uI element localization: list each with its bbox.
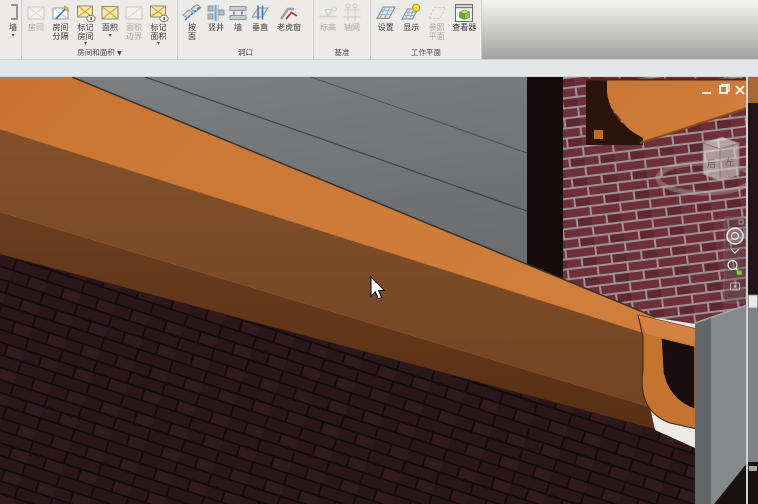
panel-label-datum: 基准	[314, 47, 370, 59]
level-button[interactable]: 标高	[316, 1, 340, 33]
dormer-opening-icon	[278, 2, 300, 24]
scrollbar-thumb[interactable]	[749, 295, 758, 308]
opening-by-face-button[interactable]: 按 面	[180, 1, 204, 41]
show-work-plane-button[interactable]: 显示	[399, 1, 425, 33]
3d-viewport[interactable]: 后 左	[0, 77, 758, 504]
options-bar	[0, 59, 758, 77]
viewer-button[interactable]: 查看器	[450, 1, 479, 33]
reference-plane-button[interactable]: 参照 平面	[424, 1, 450, 41]
dormer-opening-button[interactable]: 老虎窗	[272, 1, 306, 33]
tag-room-icon	[75, 2, 97, 24]
gray-pilaster	[695, 305, 747, 504]
set-work-plane-icon	[375, 2, 397, 24]
panel-datum: 标高 轴网 基准	[314, 0, 371, 59]
dropdown-arrow: ▾	[11, 33, 14, 38]
wall-opening-icon	[227, 2, 249, 24]
navigation-bar[interactable]	[724, 217, 746, 303]
revit-application-window: { "ribbon": { "partial_button": { "label…	[0, 0, 758, 504]
viewcube-face-label-left: 左	[725, 156, 734, 168]
room-button[interactable]: 房间	[24, 1, 48, 33]
panel-partial: 墙 ▾	[0, 0, 22, 59]
panel-work-plane: 设置 显示 参照 平面	[371, 0, 482, 59]
show-work-plane-icon	[400, 2, 422, 24]
right-window-edge	[746, 77, 758, 504]
tag-area-button[interactable]: 标记 面积 ▾	[146, 1, 171, 46]
tag-room-button[interactable]: 标记 房间 ▾	[73, 1, 98, 46]
wall-sweep-partial-button[interactable]: 墙 ▾	[2, 1, 24, 38]
shaft-opening-icon	[205, 2, 227, 24]
reference-plane-icon	[426, 2, 448, 24]
viewer-icon	[453, 2, 475, 24]
panel-room-area: 房间 房间 分隔	[22, 0, 178, 59]
area-boundary-button[interactable]: 面积 边界	[122, 1, 146, 41]
level-icon	[317, 2, 339, 24]
vertical-opening-icon	[249, 2, 271, 24]
shaft-opening-button[interactable]: 竖井	[204, 1, 228, 33]
grid-icon	[341, 2, 363, 24]
panel-label-opening: 洞口	[178, 47, 313, 59]
set-work-plane-button[interactable]: 设置	[373, 1, 399, 33]
ribbon-empty-area	[482, 0, 758, 59]
area-button[interactable]: 面积 ▾	[98, 1, 122, 38]
grid-button[interactable]: 轴网	[340, 1, 364, 33]
room-separator-icon	[50, 2, 72, 24]
room-icon	[25, 2, 47, 24]
shadow-corner-strip	[527, 77, 563, 283]
area-icon	[99, 2, 121, 24]
viewcube-face-label-back: 后	[707, 159, 716, 170]
steering-wheel-icon[interactable]	[727, 228, 743, 244]
panel-opening: 按 面 竖井	[178, 0, 314, 59]
soffit-profile-notch	[594, 130, 603, 139]
panel-label-room-area[interactable]: 房间和面积 ▼	[22, 47, 177, 59]
bracket-icon	[2, 2, 24, 24]
area-boundary-icon	[123, 2, 145, 24]
room-separator-button[interactable]: 房间 分隔	[48, 1, 73, 41]
panel-label-work-plane: 工作平面	[371, 47, 481, 59]
wall-opening-button[interactable]: 墙	[228, 1, 248, 33]
opening-by-face-icon	[181, 2, 203, 24]
vertical-opening-button[interactable]: 垂直	[248, 1, 272, 33]
tag-area-icon	[148, 2, 170, 24]
panel-menu-arrow: ▼	[117, 50, 122, 57]
ribbon: 墙 ▾ 房间	[0, 0, 758, 59]
